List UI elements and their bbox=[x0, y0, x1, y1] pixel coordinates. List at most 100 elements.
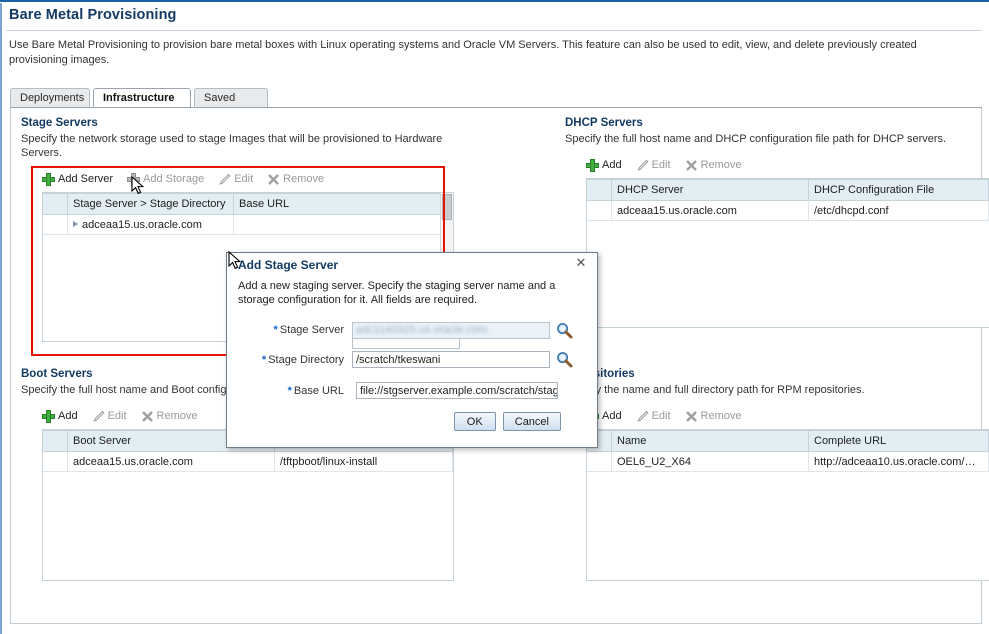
window-left-border bbox=[0, 3, 2, 634]
dhcp-servers-toolbar: Add Edit Remove bbox=[586, 155, 973, 175]
add-storage-button[interactable]: Add Storage bbox=[127, 172, 205, 186]
title-divider bbox=[6, 30, 982, 31]
column-base-url: Base URL bbox=[233, 193, 453, 215]
cancel-button[interactable]: Cancel bbox=[502, 412, 561, 431]
cell-boot-config: /tftpboot/linux-install bbox=[274, 451, 453, 472]
scrollbar-thumb[interactable] bbox=[442, 194, 452, 220]
page-title: Bare Metal Provisioning bbox=[9, 7, 177, 23]
repositories-table-container: Name Complete URL OEL6_U2_X64 http://adc… bbox=[586, 429, 989, 581]
pencil-icon bbox=[218, 173, 231, 186]
remove-boot-server-button[interactable]: Remove bbox=[141, 410, 198, 423]
add-storage-label: Add Storage bbox=[143, 173, 205, 185]
remove-repository-label: Remove bbox=[700, 410, 742, 422]
row-gutter bbox=[43, 214, 68, 235]
field-base-url: * Base URL file://stgserver.example.com/s… bbox=[238, 382, 586, 399]
edit-dhcp-label: Edit bbox=[651, 159, 671, 171]
stage-server-input[interactable]: adc1140325.us.oracle.com bbox=[352, 322, 550, 339]
cell-stage-server-text: adceaa15.us.oracle.com bbox=[82, 218, 202, 231]
remove-stage-server-button[interactable]: Remove bbox=[267, 173, 324, 186]
column-dhcp-server: DHCP Server bbox=[611, 179, 809, 201]
add-server-label: Add Server bbox=[58, 173, 114, 185]
ok-button[interactable]: OK bbox=[453, 412, 496, 431]
remove-repository-button[interactable]: Remove bbox=[685, 410, 742, 423]
cell-base-url bbox=[233, 214, 453, 235]
edit-boot-server-button[interactable]: Edit bbox=[92, 410, 127, 423]
column-repo-url: Complete URL bbox=[808, 430, 989, 452]
field-label-text: Base URL bbox=[293, 384, 344, 397]
edit-repository-label: Edit bbox=[651, 410, 671, 422]
table-row[interactable]: adceaa15.us.oracle.com bbox=[43, 214, 453, 235]
table-row[interactable]: adceaa15.us.oracle.com /tftpboot/linux-i… bbox=[43, 451, 453, 472]
add-server-button[interactable]: Add Server bbox=[42, 172, 114, 186]
column-stage-server: Stage Server > Stage Directory bbox=[67, 193, 234, 215]
table-row[interactable]: adceaa15.us.oracle.com /etc/dhcpd.conf bbox=[587, 200, 989, 221]
remove-dhcp-server-button[interactable]: Remove bbox=[685, 159, 742, 172]
page-description: Use Bare Metal Provisioning to provision… bbox=[9, 39, 917, 66]
required-marker: * bbox=[287, 384, 292, 397]
cell-repo-name: OEL6_U2_X64 bbox=[611, 451, 809, 472]
search-icon[interactable] bbox=[556, 322, 573, 339]
table-row[interactable]: OEL6_U2_X64 http://adceaa10.us.oracle.co… bbox=[587, 451, 989, 472]
plus-icon bbox=[42, 172, 55, 186]
search-icon[interactable] bbox=[556, 351, 573, 368]
tab-deployments-label: Deployments bbox=[20, 92, 85, 104]
dialog-title: Add Stage Server bbox=[238, 258, 339, 272]
boot-servers-table-container: Boot Server Boot Configuration File adce… bbox=[42, 429, 454, 581]
remove-x-icon bbox=[141, 410, 154, 423]
close-icon[interactable]: ✕ bbox=[574, 256, 588, 270]
expand-twisty-icon[interactable] bbox=[73, 220, 78, 227]
remove-stage-server-label: Remove bbox=[283, 173, 325, 185]
add-stage-server-dialog: Add Stage Server ✕ Add a new staging ser… bbox=[226, 252, 598, 448]
add-boot-label: Add bbox=[58, 410, 78, 422]
field-base-url-label: * Base URL bbox=[238, 385, 344, 397]
dhcp-servers-section: DHCP Servers Specify the full host name … bbox=[565, 117, 989, 328]
add-boot-server-button[interactable]: Add bbox=[42, 409, 78, 423]
edit-dhcp-server-button[interactable]: Edit bbox=[636, 159, 671, 172]
table-header-row: Stage Server > Stage Directory Base URL bbox=[43, 193, 453, 215]
stage-directory-input[interactable]: /scratch/tkeswani bbox=[352, 351, 550, 368]
cell-dhcp-server: adceaa15.us.oracle.com bbox=[611, 200, 809, 221]
tab-infrastructure[interactable]: Infrastructure bbox=[93, 88, 191, 108]
row-gutter bbox=[587, 200, 612, 221]
stage-server-autocomplete-dropdown[interactable] bbox=[352, 339, 460, 349]
row-gutter bbox=[587, 179, 612, 201]
stage-servers-table: Stage Server > Stage Directory Base URL … bbox=[43, 193, 453, 235]
table-header-row: Name Complete URL bbox=[587, 430, 989, 452]
field-stage-server-label: * Stage Server bbox=[238, 322, 344, 336]
row-gutter bbox=[43, 430, 68, 452]
repositories-description: Specify the name and full directory path… bbox=[565, 384, 865, 396]
tab-saved-plans[interactable]: Saved Plans bbox=[194, 88, 268, 123]
window-top-border bbox=[0, 0, 989, 5]
cell-boot-server: adceaa15.us.oracle.com bbox=[67, 451, 275, 472]
plus-icon bbox=[42, 409, 55, 423]
column-repo-name: Name bbox=[611, 430, 809, 452]
edit-repository-button[interactable]: Edit bbox=[636, 410, 671, 423]
add-dhcp-server-button[interactable]: Add bbox=[586, 158, 622, 172]
row-gutter bbox=[587, 451, 612, 472]
stage-servers-toolbar: Add Server Add Storage Edit Remove bbox=[42, 169, 457, 189]
repositories-table: Name Complete URL OEL6_U2_X64 http://adc… bbox=[587, 430, 989, 472]
dialog-body: Add a new staging server. Specify the st… bbox=[227, 279, 597, 431]
row-gutter bbox=[43, 193, 68, 215]
remove-x-icon bbox=[267, 173, 280, 186]
stage-servers-description: Specify the network storage used to stag… bbox=[21, 133, 443, 159]
required-marker: * bbox=[261, 353, 267, 366]
edit-stage-server-button[interactable]: Edit bbox=[218, 173, 253, 186]
dialog-header: Add Stage Server ✕ bbox=[227, 253, 597, 279]
repositories-toolbar: Add Edit Remove bbox=[586, 406, 973, 426]
add-dhcp-label: Add bbox=[602, 159, 622, 171]
table-header-row: DHCP Server DHCP Configuration File bbox=[587, 179, 989, 201]
repositories-section: Repositories Specify the name and full d… bbox=[565, 368, 989, 581]
stage-directory-input-value: /scratch/tkeswani bbox=[356, 354, 441, 366]
remove-boot-label: Remove bbox=[156, 410, 198, 422]
base-url-input[interactable]: file://stgserver.example.com/scratch/sta… bbox=[356, 382, 558, 399]
tab-deployments[interactable]: Deployments bbox=[10, 88, 90, 107]
base-url-input-value: file://stgserver.example.com/scratch/sta… bbox=[360, 385, 558, 397]
dhcp-servers-title: DHCP Servers bbox=[565, 117, 643, 129]
tab-infrastructure-label: Infrastructure bbox=[103, 92, 175, 104]
dhcp-servers-table-container: DHCP Server DHCP Configuration File adce… bbox=[586, 178, 989, 328]
field-stage-directory-label: * Stage Directory bbox=[238, 354, 344, 366]
column-dhcp-config: DHCP Configuration File bbox=[808, 179, 989, 201]
row-gutter bbox=[43, 451, 68, 472]
repositories-title: Repositories bbox=[565, 368, 635, 380]
